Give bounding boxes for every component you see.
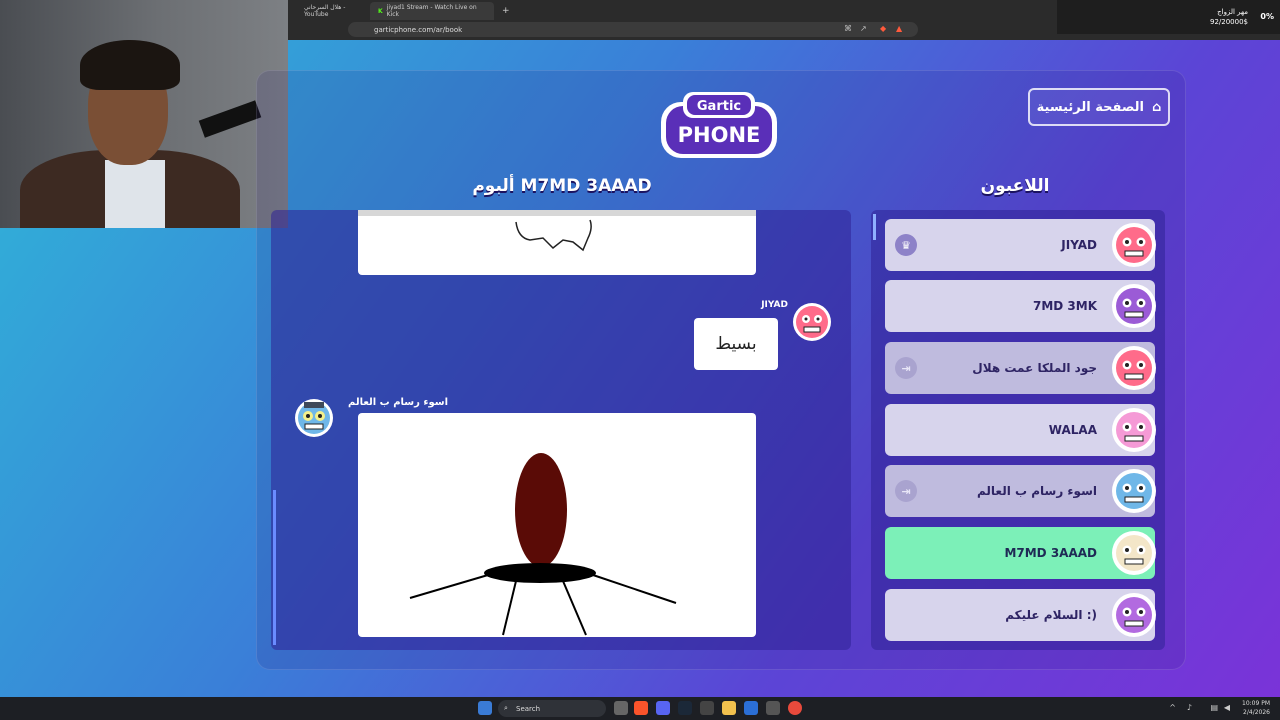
donation-goal-widget: مهر الزواج 92/20000$ 0% xyxy=(1057,0,1280,34)
drawing-canvas xyxy=(409,453,677,636)
drawing-author: اسوء رسام ب العالم xyxy=(348,397,448,408)
player-avatar xyxy=(1112,223,1156,267)
player-row[interactable]: WALAA xyxy=(885,404,1156,456)
player-name: 7MD 3MK xyxy=(1032,299,1097,313)
drawing-main xyxy=(358,413,756,637)
url-text: garticphone.com/ar/book xyxy=(374,25,463,34)
home-button[interactable]: الصفحة الرئيسية ⌂ xyxy=(1028,88,1170,126)
player-name: JIYAD xyxy=(1061,238,1097,252)
player-row[interactable]: السلام عليكم :) xyxy=(885,589,1156,641)
player-name: السلام عليكم :) xyxy=(1005,608,1097,622)
brave-rewards-icon[interactable]: ▲ xyxy=(896,24,902,33)
search-icon: ⌕ xyxy=(504,704,508,712)
drawing-previous xyxy=(358,210,756,275)
mic-icon[interactable]: ♪ xyxy=(1187,703,1192,712)
store-icon[interactable] xyxy=(744,701,758,715)
clock-time: 10:09 PM xyxy=(1242,700,1270,707)
windows-start-icon[interactable] xyxy=(478,701,492,715)
steam-icon[interactable] xyxy=(678,701,692,715)
webcam-overlay xyxy=(0,0,288,228)
brave-shield-icon[interactable]: ◆ xyxy=(880,24,886,33)
taskbar-search[interactable]: ⌕ Search xyxy=(498,700,606,717)
goal-progress: 92/20000$ xyxy=(1210,18,1248,26)
svg-text:PHONE: PHONE xyxy=(678,123,761,147)
player-row[interactable]: ⇥ اسوء رسام ب العالم xyxy=(885,465,1156,517)
exit-icon[interactable]: ⇥ xyxy=(895,480,917,502)
translate-icon[interactable]: ⌘ xyxy=(844,24,852,33)
player-row[interactable]: ♛ JIYAD xyxy=(885,219,1156,271)
album-scrollbar[interactable] xyxy=(273,490,276,645)
player-name: جود الملكا عمت هلال xyxy=(972,361,1097,375)
taskbar: ⌕ Search ^ ♪ ▤ ◀ 10:09 PM 2/4/2026 xyxy=(0,697,1280,720)
player-avatar xyxy=(1112,469,1156,513)
drawing-author-avatar xyxy=(295,399,333,437)
album-title: ألبوم M7MD 3AAAD xyxy=(472,176,652,196)
players-title: اللاعبون xyxy=(980,176,1050,196)
drawing-sketch xyxy=(515,219,592,252)
tray-chevron-icon[interactable]: ^ xyxy=(1169,703,1176,712)
home-icon: ⌂ xyxy=(1152,99,1162,115)
tab-kick[interactable]: Kjiyad1 Stream - Watch Live on Kick xyxy=(370,2,494,20)
gartic-phone-logo: Gartic PHONE xyxy=(661,92,777,158)
file-icon[interactable] xyxy=(614,701,628,715)
player-row[interactable]: 7MD 3MK xyxy=(885,280,1156,332)
svg-text:Gartic: Gartic xyxy=(697,99,741,114)
player-row[interactable]: ⇥ جود الملكا عمت هلال xyxy=(885,342,1156,394)
jiyad-avatar xyxy=(793,303,831,341)
message-author: JIYAD xyxy=(761,300,788,310)
player-name: M7MD 3AAAD xyxy=(1004,546,1097,560)
message-text: بسيط xyxy=(715,334,757,354)
search-label: Search xyxy=(516,704,541,713)
obs-icon[interactable] xyxy=(788,701,802,715)
home-label: الصفحة الرئيسية xyxy=(1036,99,1144,115)
player-name: WALAA xyxy=(1048,423,1097,437)
player-avatar xyxy=(1112,284,1156,328)
network-icon[interactable]: ▤ xyxy=(1210,703,1218,712)
crown-icon[interactable]: ♛ xyxy=(895,234,917,256)
player-avatar xyxy=(1112,346,1156,390)
tab-label: jiyad1 Stream - Watch Live on Kick xyxy=(386,4,477,18)
app-icon[interactable] xyxy=(700,701,714,715)
player-avatar xyxy=(1112,531,1156,575)
address-bar[interactable]: garticphone.com/ar/book xyxy=(348,22,918,37)
goal-title: مهر الزواج xyxy=(1217,8,1248,16)
players-scrollbar[interactable] xyxy=(873,214,876,240)
new-tab-button[interactable]: + xyxy=(494,2,518,20)
tab-label: هلال السرحاني - YouTube xyxy=(304,4,346,18)
folder-icon[interactable] xyxy=(722,701,736,715)
clock[interactable]: 10:09 PM 2/4/2026 xyxy=(1242,699,1270,717)
share-icon[interactable]: ↗ xyxy=(860,24,867,33)
discord-icon[interactable] xyxy=(656,701,670,715)
player-row[interactable]: M7MD 3AAAD xyxy=(885,527,1156,579)
tab-youtube[interactable]: هلال السرحاني - YouTube xyxy=(296,2,374,20)
volume-icon[interactable]: ◀ xyxy=(1224,703,1230,712)
terminal-icon[interactable] xyxy=(766,701,780,715)
kick-icon: K xyxy=(378,7,383,15)
exit-icon[interactable]: ⇥ xyxy=(895,357,917,379)
clock-date: 2/4/2026 xyxy=(1243,709,1270,716)
goal-percent: 0% xyxy=(1260,12,1274,21)
message-bubble: بسيط xyxy=(694,318,778,370)
player-avatar xyxy=(1112,408,1156,452)
brave-icon[interactable] xyxy=(634,701,648,715)
player-name: اسوء رسام ب العالم xyxy=(977,484,1097,498)
player-avatar xyxy=(1112,593,1156,637)
